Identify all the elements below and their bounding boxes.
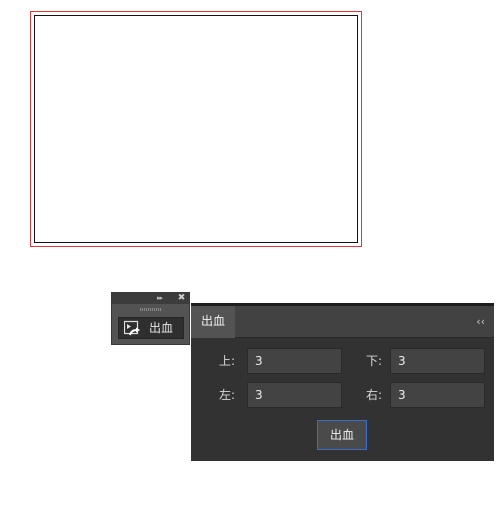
apply-bleed-button[interactable]: 出血 bbox=[317, 420, 367, 450]
bleed-frame bbox=[30, 11, 362, 247]
left-label: 左: bbox=[218, 388, 235, 402]
left-bleed-input[interactable] bbox=[247, 382, 342, 408]
double-chevron-right-icon[interactable]: ▸▸ bbox=[157, 294, 169, 303]
dock-title-bar[interactable]: ▸▸ ✖ bbox=[112, 293, 189, 304]
close-icon[interactable]: ✖ bbox=[176, 293, 187, 304]
trim-frame bbox=[34, 15, 358, 243]
bottom-bleed-input[interactable] bbox=[390, 348, 485, 374]
bleed-panel-button-label: 出血 bbox=[149, 321, 174, 335]
top-label: 上: bbox=[218, 354, 235, 368]
drag-grip[interactable] bbox=[140, 308, 162, 311]
top-bleed-input[interactable] bbox=[247, 348, 342, 374]
right-bleed-input[interactable] bbox=[390, 382, 485, 408]
image-export-icon bbox=[123, 320, 140, 336]
bleed-panel: 出血 ‹‹ 上: 下: 左: 右: 出血 bbox=[191, 303, 494, 461]
collapsed-panel-dock: ▸▸ ✖ 出血 bbox=[111, 292, 190, 345]
tab-bleed[interactable]: 出血 bbox=[191, 306, 235, 338]
right-label: 右: bbox=[365, 388, 382, 402]
panel-header: 出血 ‹‹ bbox=[191, 306, 494, 338]
bleed-panel-button[interactable]: 出血 bbox=[118, 317, 184, 339]
double-chevron-left-icon[interactable]: ‹‹ bbox=[476, 306, 485, 337]
bottom-label: 下: bbox=[365, 354, 382, 368]
